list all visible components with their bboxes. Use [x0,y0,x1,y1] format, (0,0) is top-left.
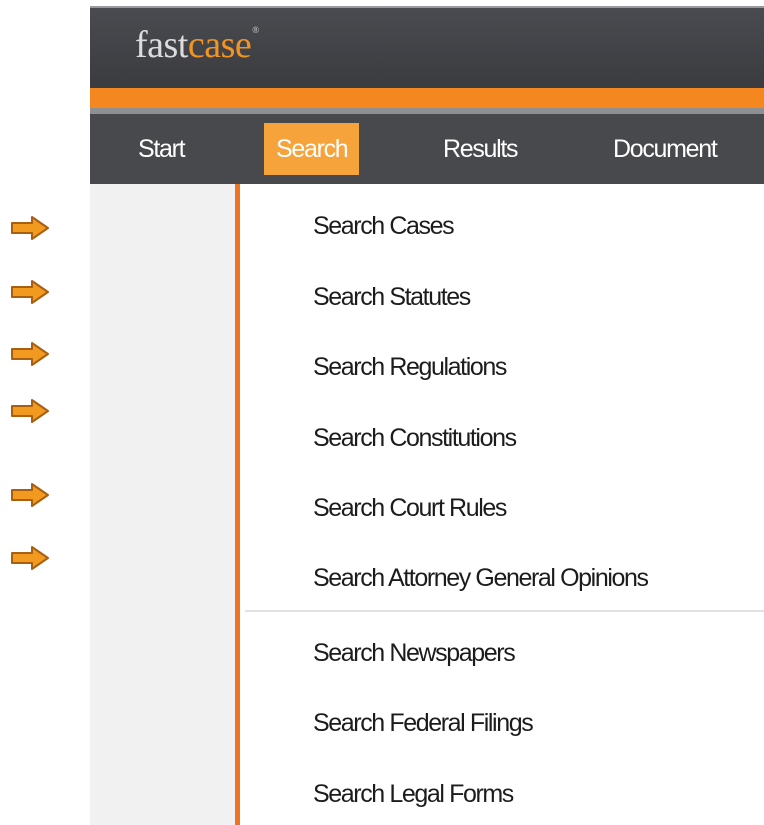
menu-item-search-federal-filings[interactable]: Search Federal Filings [313,703,534,743]
logo-text-case: case [187,24,252,66]
logo-text-fast: fast [135,24,188,66]
menu-item-search-constitutions[interactable]: Search Constitutions [313,418,517,458]
main-nav: Start Search Results Document [90,114,764,184]
tab-start[interactable]: Start [138,114,186,184]
menu-item-search-cases[interactable]: Search Cases [313,206,455,246]
right-arrow-icon [11,399,49,423]
menu-item-search-attorney-general-opinions[interactable]: Search Attorney General Opinions [313,558,649,598]
right-arrow-icon [11,546,49,570]
right-arrow-icon [11,483,49,507]
menu-item-search-regulations[interactable]: Search Regulations [313,347,507,387]
right-arrow-icon [11,280,49,304]
menu-item-search-statutes[interactable]: Search Statutes [313,277,471,317]
search-dropdown-menu: Search Cases Search Statutes Search Regu… [240,184,764,825]
app-header: fastcase® [90,6,764,90]
fastcase-app: fastcase® Start Search Results Document … [90,6,764,825]
tab-document[interactable]: Document [613,114,718,184]
menu-item-search-newspapers[interactable]: Search Newspapers [313,633,516,673]
header-accent-strip [90,88,764,108]
tab-results[interactable]: Results [443,114,519,184]
menu-item-search-court-rules[interactable]: Search Court Rules [313,488,507,528]
registered-mark: ® [252,25,259,35]
right-arrow-icon [11,342,49,366]
menu-separator [245,610,764,612]
fastcase-logo[interactable]: fastcase® [135,24,259,66]
tab-search[interactable]: Search [264,123,360,175]
left-panel [90,184,235,825]
right-arrow-icon [11,216,49,240]
menu-item-search-legal-forms[interactable]: Search Legal Forms [313,774,514,814]
